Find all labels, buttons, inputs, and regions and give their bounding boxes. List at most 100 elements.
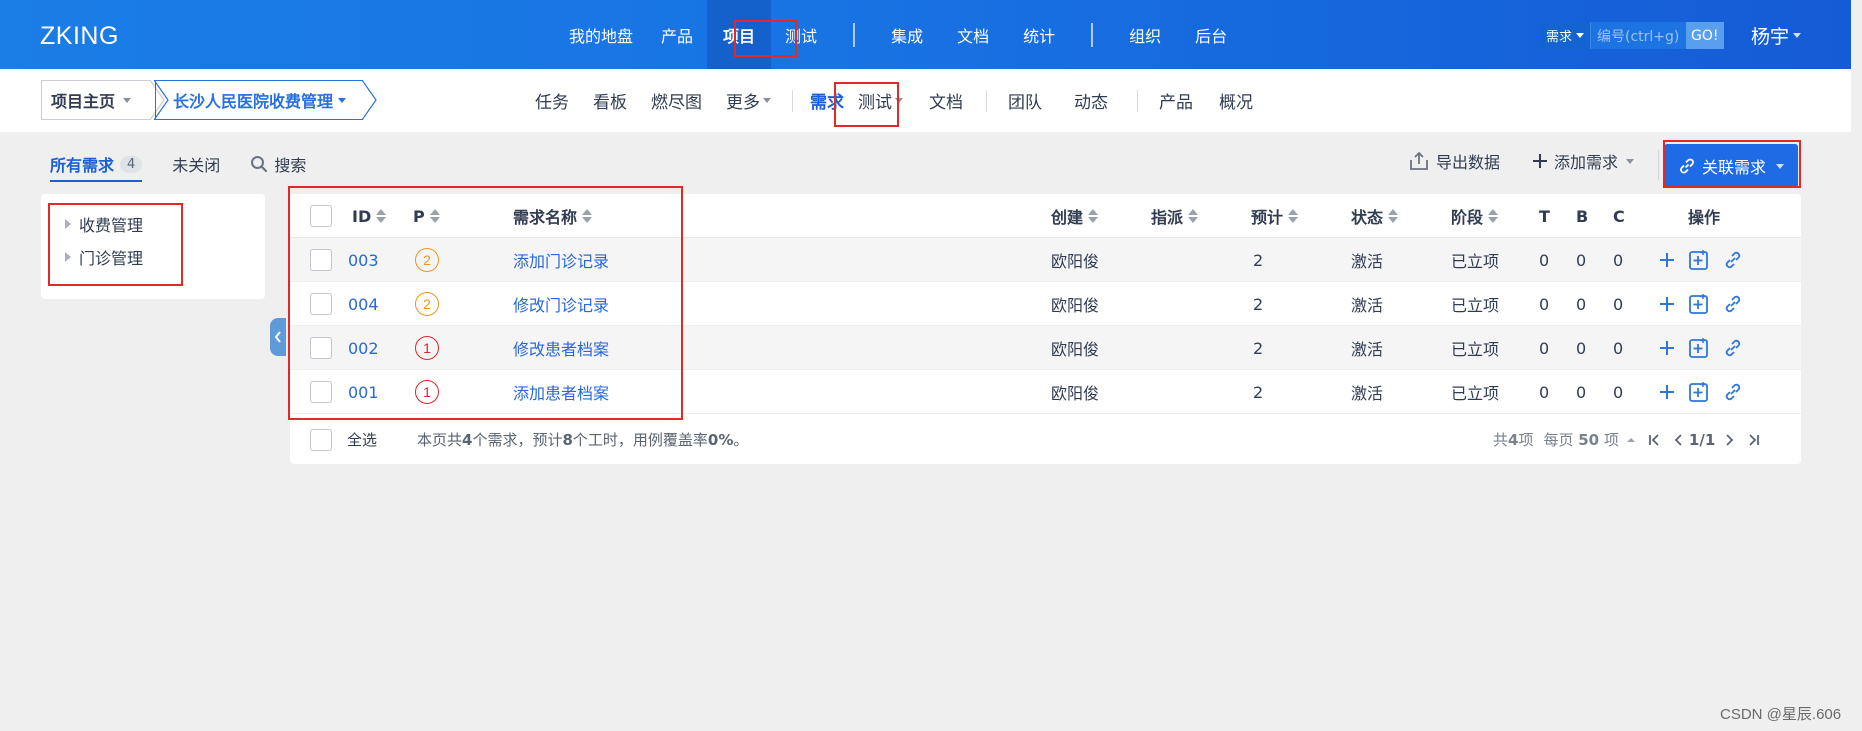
search-type-select[interactable]: 需求 <box>1540 22 1591 49</box>
col-header-stage[interactable]: 阶段 <box>1451 194 1499 238</box>
search-toggle[interactable]: 搜索 <box>250 152 306 182</box>
export-button[interactable]: 导出数据 <box>1408 149 1500 173</box>
tab-doc[interactable]: 文档 <box>915 81 977 121</box>
row-checkbox[interactable] <box>310 249 332 271</box>
plus-icon[interactable] <box>1658 339 1676 357</box>
col-t-label: T <box>1539 206 1550 226</box>
toolbar-divider <box>1658 150 1659 180</box>
tab-overview[interactable]: 概况 <box>1205 81 1267 121</box>
tab-unclosed[interactable]: 未关闭 <box>172 152 220 182</box>
plus-icon[interactable] <box>1658 251 1676 269</box>
unlink-icon[interactable] <box>1722 293 1744 315</box>
batch-create-icon[interactable] <box>1688 293 1710 315</box>
tab-burndown[interactable]: 燃尽图 <box>639 81 714 121</box>
col-header-estimate[interactable]: 预计 <box>1251 194 1299 238</box>
per-page-select[interactable]: 每页 50 项 <box>1543 429 1618 450</box>
creator-cell: 欧阳俊 <box>1051 340 1100 359</box>
b-cell: 0 <box>1576 338 1587 358</box>
tab-all-stories[interactable]: 所有需求 4 <box>50 152 143 182</box>
estimate-cell: 2 <box>1253 250 1264 270</box>
checkbox[interactable] <box>310 205 332 227</box>
unlink-icon[interactable] <box>1722 381 1744 403</box>
caret-up-icon[interactable] <box>1625 435 1637 445</box>
row-checkbox[interactable] <box>310 381 332 403</box>
select-all-header-checkbox[interactable] <box>310 194 332 238</box>
module-tree: 收费管理 门诊管理 <box>41 194 265 299</box>
add-story-button[interactable]: 添加需求 <box>1532 149 1635 173</box>
col-header-status[interactable]: 状态 <box>1351 194 1399 238</box>
tab-test[interactable]: 测试 <box>852 81 915 121</box>
row-checkbox[interactable] <box>310 337 332 359</box>
sort-icon <box>1088 209 1099 223</box>
tab-dynamic[interactable]: 动态 <box>1054 81 1128 121</box>
last-page-icon[interactable] <box>1745 432 1761 448</box>
tab-more-label: 更多 <box>726 93 760 113</box>
link-story-button[interactable]: 关联需求 <box>1664 144 1798 188</box>
breadcrumb-project-home[interactable]: 项目主页 <box>41 80 151 120</box>
footer-select-all[interactable]: 全选 <box>310 415 377 464</box>
tab-team[interactable]: 团队 <box>996 81 1054 121</box>
tab-kanban[interactable]: 看板 <box>581 81 639 121</box>
priority-badge: 1 <box>415 336 439 360</box>
nav-org[interactable]: 组织 <box>1115 0 1175 69</box>
col-header-priority[interactable]: P <box>413 194 440 238</box>
unlink-icon[interactable] <box>1722 337 1744 359</box>
table-row[interactable]: 004 2 修改门诊记录 欧阳俊 2 激活 已立项 0 0 0 <box>290 282 1801 326</box>
sidebar-collapse-toggle[interactable] <box>270 318 286 356</box>
story-name-link[interactable]: 添加患者档案 <box>513 370 609 414</box>
col-header-name[interactable]: 需求名称 <box>513 194 593 238</box>
plus-icon[interactable] <box>1658 383 1676 401</box>
story-id-link[interactable]: 003 <box>348 238 379 282</box>
tab-more[interactable]: 更多 <box>714 81 783 121</box>
tab-story[interactable]: 需求 <box>802 81 852 121</box>
search-go-button[interactable]: GO! <box>1686 22 1724 49</box>
nav-admin[interactable]: 后台 <box>1175 0 1247 69</box>
col-b-label: B <box>1576 206 1589 226</box>
nav-stats[interactable]: 统计 <box>1009 0 1069 69</box>
story-name-link[interactable]: 修改门诊记录 <box>513 282 609 326</box>
story-name-link[interactable]: 修改患者档案 <box>513 326 609 370</box>
batch-create-icon[interactable] <box>1688 381 1710 403</box>
col-header-id[interactable]: ID <box>352 194 387 238</box>
unlink-icon[interactable] <box>1722 249 1744 271</box>
batch-create-icon[interactable] <box>1688 249 1710 271</box>
user-menu[interactable]: 杨宇 <box>1751 22 1802 49</box>
nav-doc[interactable]: 文档 <box>937 0 1009 69</box>
plus-icon[interactable] <box>1658 295 1676 313</box>
nav-test[interactable]: 测试 <box>771 0 831 69</box>
col-header-t: T <box>1539 194 1550 238</box>
nav-integration[interactable]: 集成 <box>877 0 937 69</box>
tab-product[interactable]: 产品 <box>1147 81 1205 121</box>
story-id-link[interactable]: 001 <box>348 370 379 414</box>
export-label: 导出数据 <box>1436 153 1501 172</box>
prev-page-icon[interactable] <box>1671 432 1687 448</box>
project-nav: 任务 看板 燃尽图 更多 需求 测试 文档 团队 动态 产品 概况 <box>520 69 1267 132</box>
tree-node-module[interactable]: 门诊管理 <box>41 240 265 273</box>
table-row[interactable]: 002 1 修改患者档案 欧阳俊 2 激活 已立项 0 0 0 <box>290 326 1801 370</box>
search-input[interactable]: 编号(ctrl+g) <box>1590 22 1687 49</box>
first-page-icon[interactable] <box>1647 432 1663 448</box>
estimate-cell: 2 <box>1253 294 1264 314</box>
story-id-link[interactable]: 004 <box>348 282 379 326</box>
tree-node-module[interactable]: 收费管理 <box>41 207 265 240</box>
col-header-creator[interactable]: 创建 <box>1051 194 1099 238</box>
brand-logo[interactable]: ZKING <box>40 22 119 51</box>
story-id-link[interactable]: 002 <box>348 326 379 370</box>
batch-create-icon[interactable] <box>1688 337 1710 359</box>
table-row[interactable]: 001 1 添加患者档案 欧阳俊 2 激活 已立项 0 0 0 <box>290 370 1801 414</box>
story-name-link[interactable]: 添加门诊记录 <box>513 238 609 282</box>
next-page-icon[interactable] <box>1721 432 1737 448</box>
creator-cell: 欧阳俊 <box>1051 252 1100 271</box>
nav-my-space[interactable]: 我的地盘 <box>555 0 647 69</box>
col-header-assign[interactable]: 指派 <box>1151 194 1199 238</box>
breadcrumb-project-select[interactable]: 长沙人民医院收费管理 <box>155 80 363 120</box>
checkbox[interactable] <box>310 428 332 451</box>
table-row[interactable]: 003 2 添加门诊记录 欧阳俊 2 激活 已立项 0 0 0 <box>290 238 1801 282</box>
col-header-actions: 操作 <box>1688 194 1720 238</box>
col-creator-label: 创建 <box>1051 208 1084 227</box>
row-checkbox[interactable] <box>310 293 332 315</box>
tab-task[interactable]: 任务 <box>520 81 581 121</box>
nav-product[interactable]: 产品 <box>647 0 707 69</box>
nav-project[interactable]: 项目 <box>707 0 772 69</box>
c-cell: 0 <box>1613 294 1624 314</box>
